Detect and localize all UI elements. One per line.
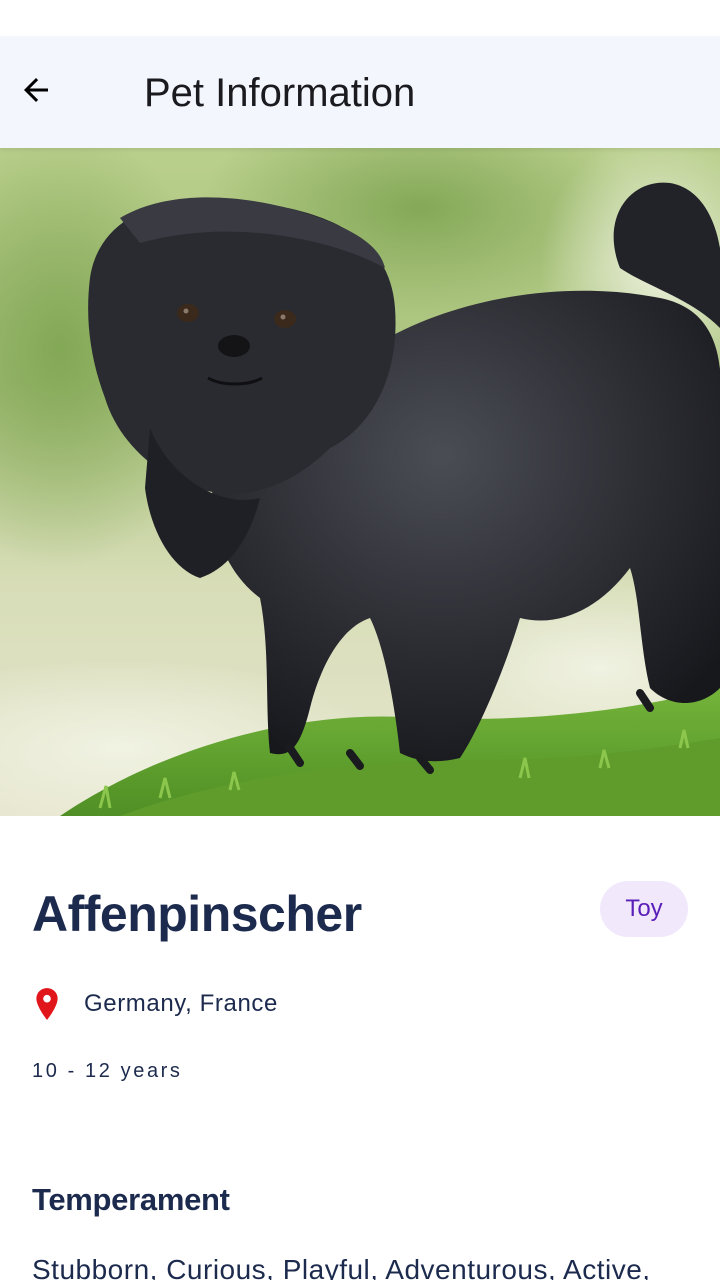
temperament-heading: Temperament xyxy=(32,1182,230,1217)
breed-name: Affenpinscher xyxy=(32,886,362,942)
origin-row: Germany, France xyxy=(32,984,278,1024)
pet-photo xyxy=(0,148,720,816)
arrow-left-icon xyxy=(18,72,54,113)
status-bar xyxy=(0,0,720,36)
origin-text: Germany, France xyxy=(84,990,278,1017)
breed-group-chip: Toy xyxy=(600,881,688,937)
app-bar: Pet Information xyxy=(0,36,720,148)
page-title: Pet Information xyxy=(144,71,416,115)
back-button[interactable] xyxy=(0,56,72,128)
life-span-text: 10 - 12 years xyxy=(32,1060,183,1082)
location-pin-icon xyxy=(32,986,62,1022)
pet-information-screen: Pet Information Affenpinscher Toy German… xyxy=(0,0,720,1280)
temperament-text: Stubborn, Curious, Playful, Adventurous,… xyxy=(32,1254,651,1280)
